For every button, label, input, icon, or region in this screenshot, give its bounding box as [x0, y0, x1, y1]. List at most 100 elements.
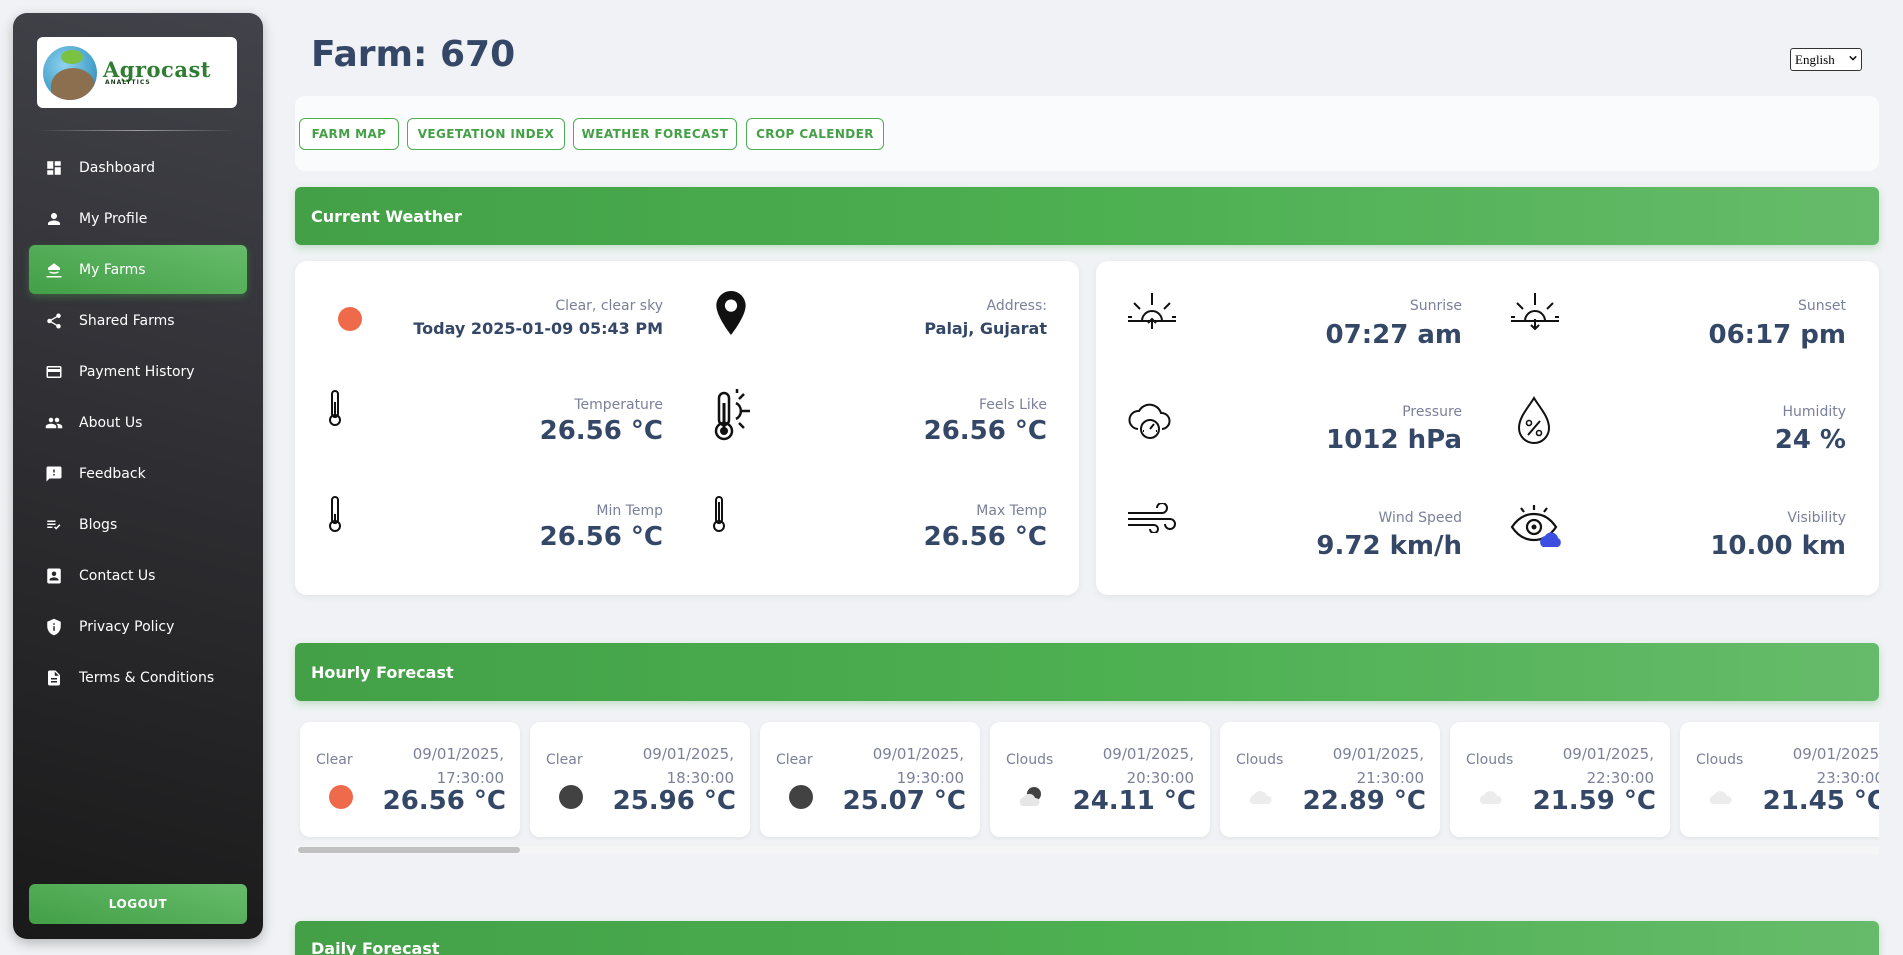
credit-card-icon	[45, 363, 63, 381]
hourly-temp: 25.96 °C	[612, 786, 736, 816]
sidebar-item-payment-history[interactable]: Payment History	[29, 347, 247, 396]
humidity-label: Humidity	[1782, 404, 1846, 420]
moon-icon	[789, 785, 813, 809]
min-temp-label: Min Temp	[596, 503, 663, 519]
weather-datetime: Today 2025-01-09 05:43 PM	[413, 319, 663, 338]
hourly-date: 09/01/2025,	[1562, 745, 1654, 763]
sidebar-item-label: Privacy Policy	[79, 618, 175, 635]
hourly-temp: 26.56 °C	[382, 786, 506, 816]
sidebar-item-my-farms[interactable]: My Farms	[29, 245, 247, 294]
hourly-time: 22:30:00	[1586, 769, 1654, 787]
pressure-icon	[1128, 403, 1171, 439]
daily-forecast-header: Daily Forecast	[295, 921, 1879, 955]
hourly-forecast-header: Hourly Forecast	[295, 643, 1879, 701]
max-temp-value: 26.56 °C	[923, 522, 1047, 552]
tab-vegetation-index[interactable]: VEGETATION INDEX	[407, 118, 565, 150]
sidebar-item-contact-us[interactable]: Contact Us	[29, 551, 247, 600]
pressure-value: 1012 hPa	[1326, 425, 1462, 455]
language-select[interactable]: English	[1790, 48, 1862, 71]
sidebar-item-terms-conditions[interactable]: Terms & Conditions	[29, 653, 247, 702]
hourly-card: Clouds 09/01/2025, 23:30:00 21.45 °C	[1680, 722, 1879, 837]
visibility-label: Visibility	[1787, 510, 1846, 526]
hourly-time: 18:30:00	[666, 769, 734, 787]
sun-icon	[329, 785, 353, 809]
sun-atmosphere-card: Sunrise 07:27 am Sunset 06:17 pm Pressur…	[1096, 261, 1879, 595]
humidity-value: 24 %	[1774, 425, 1846, 455]
sidebar-item-label: Feedback	[79, 465, 146, 482]
wind-icon	[1128, 503, 1176, 533]
hourly-datetime: 09/01/2025, 20:30:00	[1103, 742, 1194, 790]
logo-sub-text: ANALYTICS	[105, 79, 151, 86]
cloud-icon	[1249, 791, 1272, 804]
cloud-moon-icon	[1019, 787, 1041, 806]
current-weather-card: Clear, clear sky Today 2025-01-09 05:43 …	[295, 261, 1079, 595]
hourly-datetime: 09/01/2025, 21:30:00	[1333, 742, 1424, 790]
address-value: Palaj, Gujarat	[924, 319, 1047, 338]
sidebar-item-feedback[interactable]: Feedback	[29, 449, 247, 498]
sidebar: Agrocast ANALYTICS Dashboard My Profile …	[13, 13, 263, 939]
feels-like-icon	[714, 389, 750, 441]
hourly-scrollbar-thumb[interactable]	[298, 847, 520, 853]
sidebar-item-dashboard[interactable]: Dashboard	[29, 143, 247, 192]
sidebar-item-label: My Farms	[79, 261, 146, 278]
hourly-condition: Clouds	[1696, 752, 1744, 768]
min-temp-value: 26.56 °C	[539, 522, 663, 552]
sidebar-item-my-profile[interactable]: My Profile	[29, 194, 247, 243]
tab-crop-calender[interactable]: CROP CALENDER	[746, 118, 884, 150]
sidebar-item-about-us[interactable]: About Us	[29, 398, 247, 447]
shield-icon	[45, 618, 63, 636]
hourly-date: 09/01/2025,	[412, 745, 504, 763]
hourly-datetime: 09/01/2025, 19:30:00	[873, 742, 964, 790]
sidebar-item-privacy-policy[interactable]: Privacy Policy	[29, 602, 247, 651]
sidebar-item-label: Payment History	[79, 363, 195, 380]
hourly-datetime: 09/01/2025, 23:30:00	[1793, 742, 1879, 790]
hourly-condition: Clear	[776, 752, 813, 768]
hourly-card: Clouds 09/01/2025, 20:30:00 24.11 °C	[990, 722, 1210, 837]
share-icon	[45, 312, 63, 330]
hourly-date: 09/01/2025,	[872, 745, 964, 763]
blog-icon	[45, 516, 63, 534]
sidebar-item-label: Contact Us	[79, 567, 156, 584]
logo[interactable]: Agrocast ANALYTICS	[37, 37, 237, 108]
hourly-forecast-strip[interactable]: Clear 09/01/2025, 17:30:00 26.56 °C Clear…	[295, 716, 1879, 840]
sidebar-item-label: Dashboard	[79, 159, 155, 176]
hourly-condition: Clouds	[1466, 752, 1514, 768]
page-title: Farm: 670	[311, 34, 516, 75]
hourly-condition: Clear	[316, 752, 353, 768]
logout-button[interactable]: LOGOUT	[29, 884, 247, 924]
current-weather-header: Current Weather	[295, 187, 1879, 245]
hourly-temp: 21.59 °C	[1532, 786, 1656, 816]
sidebar-item-label: Shared Farms	[79, 312, 175, 329]
temperature-value: 26.56 °C	[539, 416, 663, 446]
hourly-time: 21:30:00	[1356, 769, 1424, 787]
sidebar-item-label: About Us	[79, 414, 143, 431]
hourly-condition: Clouds	[1236, 752, 1284, 768]
group-icon	[45, 414, 63, 432]
hourly-card: Clear 09/01/2025, 19:30:00 25.07 °C	[760, 722, 980, 837]
hourly-datetime: 09/01/2025, 18:30:00	[643, 742, 734, 790]
hourly-scrollbar-track[interactable]	[295, 846, 1879, 854]
sidebar-divider	[37, 130, 237, 131]
thermometer-icon	[329, 390, 341, 426]
hourly-time: 20:30:00	[1126, 769, 1194, 787]
hourly-card: Clear 09/01/2025, 17:30:00 26.56 °C	[300, 722, 520, 837]
dashboard-icon	[45, 159, 63, 177]
weather-condition: Clear, clear sky	[555, 298, 663, 314]
thermometer-low-icon	[329, 496, 341, 532]
pressure-label: Pressure	[1402, 404, 1462, 420]
hourly-temp: 21.45 °C	[1762, 786, 1879, 816]
sidebar-item-label: My Profile	[79, 210, 148, 227]
document-icon	[45, 669, 63, 687]
hourly-date: 09/01/2025,	[642, 745, 734, 763]
feels-like-value: 26.56 °C	[923, 416, 1047, 446]
tab-weather-forecast[interactable]: WEATHER FORECAST	[573, 118, 737, 150]
feedback-icon	[45, 465, 63, 483]
sunrise-icon	[1128, 293, 1176, 329]
sidebar-item-shared-farms[interactable]: Shared Farms	[29, 296, 247, 345]
sidebar-item-blogs[interactable]: Blogs	[29, 500, 247, 549]
tab-farm-map[interactable]: FARM MAP	[299, 118, 399, 150]
sidebar-item-label: Blogs	[79, 516, 118, 533]
temperature-label: Temperature	[574, 397, 663, 413]
hourly-time: 23:30:00	[1816, 769, 1879, 787]
hourly-date: 09/01/2025,	[1792, 745, 1879, 763]
